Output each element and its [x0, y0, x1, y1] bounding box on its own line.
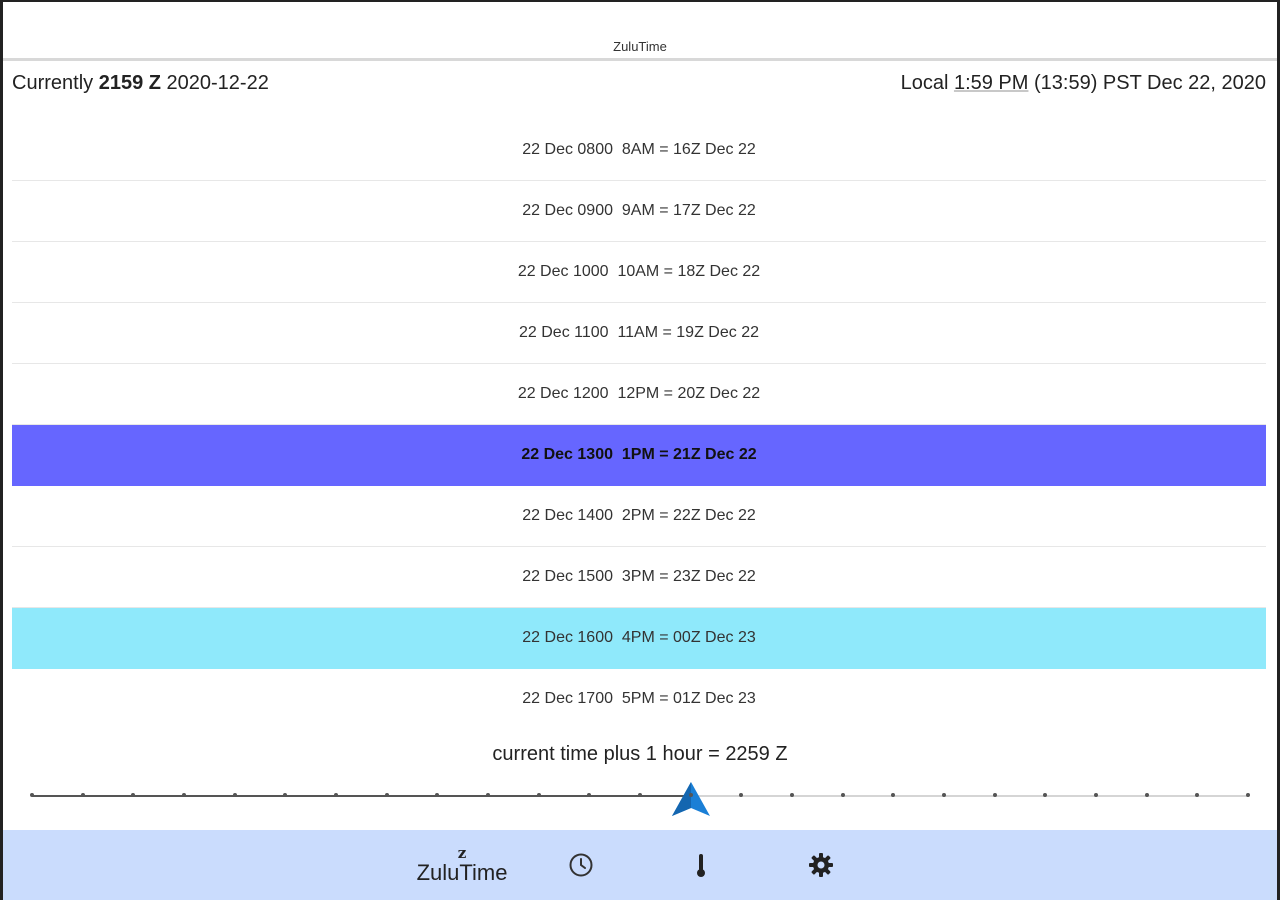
list-item-next-day[interactable]: 22 Dec 1600 4PM = 00Z Dec 23	[12, 608, 1266, 669]
list-item[interactable]: 22 Dec 0900 9AM = 17Z Dec 22	[12, 181, 1266, 242]
list-item[interactable]: 22 Dec 1500 3PM = 23Z Dec 22	[12, 547, 1266, 608]
zulu-z-glyph: z	[457, 844, 467, 862]
local-time: 1:59 PM	[953, 72, 1029, 94]
current-zulu-time: 2159 Z	[98, 72, 161, 94]
slider-tick	[840, 793, 845, 797]
current-label: Currently	[12, 72, 94, 94]
list-item[interactable]: 22 Dec 1100 11AM = 19Z Dec 22	[12, 303, 1266, 364]
gear-icon	[809, 853, 833, 877]
offset-label: current time plus 1 hour = 2259 Z	[492, 743, 788, 765]
hour-offset-slider[interactable]	[30, 780, 1250, 816]
bottom-navigation: z ZuluTime	[3, 830, 1277, 900]
slider-track-remaining	[690, 795, 1248, 797]
brand-logo[interactable]: z ZuluTime	[403, 830, 521, 900]
title-bar: ZuluTime	[3, 2, 1277, 61]
current-date: 2020-12-22	[166, 72, 269, 94]
brand-name: ZuluTime	[416, 860, 508, 885]
list-item[interactable]: 22 Dec 1200 12PM = 20Z Dec 22	[12, 364, 1266, 425]
slider-tick	[992, 793, 997, 797]
list-item[interactable]: 22 Dec 1700 5PM = 01Z Dec 23	[12, 669, 1266, 729]
list-item[interactable]: 22 Dec 1000 10AM = 18Z Dec 22	[12, 242, 1266, 303]
slider-tick	[486, 793, 490, 797]
slider-tick	[942, 793, 946, 797]
slider-tick	[384, 793, 389, 797]
clock-icon	[569, 853, 593, 877]
thermometer-button[interactable]	[681, 830, 721, 900]
local-time-readout: Local 1:59 PM (13:59) PST Dec 22, 2020	[901, 72, 1266, 95]
app-title: ZuluTime	[613, 39, 667, 54]
slider-tick	[80, 793, 85, 797]
settings-button[interactable]	[801, 830, 841, 900]
local-prefix: Local	[900, 72, 949, 94]
slider-tick	[1144, 793, 1149, 797]
list-item[interactable]: 22 Dec 1400 2PM = 22Z Dec 22	[12, 486, 1266, 547]
current-zulu-readout: Currently 2159 Z 2020-12-22	[12, 72, 269, 95]
list-item-current[interactable]: 22 Dec 1300 1PM = 21Z Dec 22	[12, 425, 1266, 486]
slider-tick	[30, 793, 34, 797]
clock-button[interactable]	[561, 830, 601, 900]
slider-thumb-arrow-icon[interactable]	[668, 780, 714, 820]
thermometer-icon	[697, 854, 705, 877]
time-conversion-list[interactable]: 22 Dec 0800 8AM = 16Z Dec 22 22 Dec 0900 …	[12, 120, 1266, 729]
slider-tick	[638, 793, 642, 797]
slider-tick	[536, 793, 541, 797]
slider-tick	[688, 793, 693, 797]
slider-tick	[790, 793, 794, 797]
status-line: Currently 2159 Z 2020-12-22 Local 1:59 P…	[12, 72, 1266, 100]
slider-tick	[232, 793, 237, 797]
slider-tick	[334, 793, 338, 797]
list-item[interactable]: 22 Dec 0800 8AM = 16Z Dec 22	[12, 120, 1266, 181]
slider-tick	[182, 793, 186, 797]
slider-tick	[1094, 793, 1098, 797]
local-time-rest: (13:59) PST Dec 22, 2020	[1034, 72, 1266, 94]
slider-tick	[1246, 793, 1250, 797]
